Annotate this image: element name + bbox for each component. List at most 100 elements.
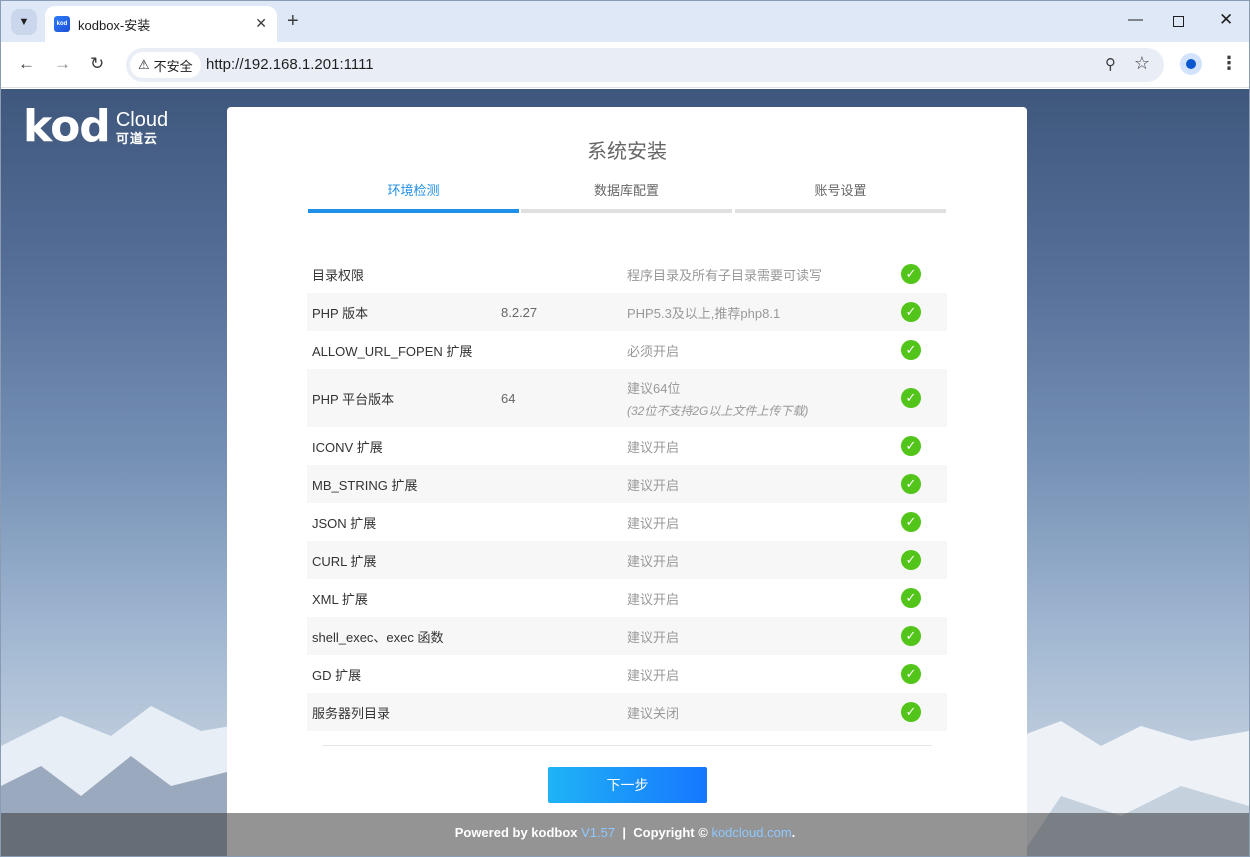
check-ok-icon: ✓ [901, 702, 921, 722]
check-desc: 程序目录及所有子目录需要可读写 [627, 267, 823, 283]
table-row: XML 扩展 建议开启 ✓ [307, 579, 947, 617]
logo-wordmark: kod [23, 101, 111, 152]
zoom-icon[interactable]: ⚲ [1105, 55, 1116, 73]
tab-bar: ▼ kod kodbox-安装 ✕ + — ✕ [1, 1, 1249, 42]
footer-copyright: Copyright © [633, 825, 708, 840]
check-name: JSON 扩展 [312, 515, 377, 531]
check-desc: 建议开启 [627, 667, 680, 683]
tab-title: kodbox-安装 [78, 17, 151, 33]
check-name: ALLOW_URL_FOPEN 扩展 [312, 343, 473, 359]
check-value: 8.2.27 [501, 304, 538, 320]
reload-icon[interactable]: ↻ [90, 54, 104, 74]
check-desc: 建议关闭 [627, 705, 680, 721]
menu-dots-icon[interactable]: ⋮ [1220, 54, 1238, 72]
table-row: shell_exec、exec 函数 建议开启 ✓ [307, 617, 947, 655]
chevron-down-icon: ▼ [18, 16, 30, 28]
security-label: 不安全 [153, 58, 193, 74]
kodcloud-logo: kod Cloud 可道云 [23, 105, 168, 149]
check-name: shell_exec、exec 函数 [312, 629, 444, 645]
table-row: 目录权限 程序目录及所有子目录需要可读写 ✓ [307, 255, 947, 293]
address-bar[interactable]: ⚠ 不安全 http://192.168.1.201:1111 ⚲ ☆ [126, 48, 1164, 82]
step-progress-bar [521, 209, 732, 213]
step-progress-bar [735, 209, 946, 213]
check-ok-icon: ✓ [901, 550, 921, 570]
check-desc: 建议开启 [627, 439, 680, 455]
table-row: PHP 平台版本 64 建议64位 (32位不支持2G以上文件上传下载) ✓ [307, 369, 947, 427]
divider [322, 745, 932, 746]
check-desc: 建议开启 [627, 477, 680, 493]
tab-search-button[interactable]: ▼ [11, 9, 37, 35]
logo-cloud-text: Cloud [115, 109, 169, 131]
step-database: 数据库配置 [521, 177, 732, 213]
check-ok-icon: ✓ [901, 264, 921, 284]
footer-separator: | [622, 825, 626, 840]
favicon-icon: kod [54, 16, 70, 32]
check-name: ICONV 扩展 [312, 439, 383, 455]
next-step-button[interactable]: 下一步 [548, 767, 707, 803]
footer-end: . [791, 825, 796, 840]
check-ok-icon: ✓ [901, 626, 921, 646]
check-ok-icon: ✓ [901, 436, 921, 456]
profile-icon[interactable] [1180, 53, 1202, 75]
check-ok-icon: ✓ [901, 388, 921, 408]
check-name: MB_STRING 扩展 [312, 477, 418, 493]
check-name: 服务器列目录 [312, 705, 391, 721]
step-progress-bar [308, 209, 519, 213]
bookmark-star-icon[interactable]: ☆ [1134, 53, 1150, 74]
install-steps: 环境检测 数据库配置 账号设置 [308, 177, 946, 213]
table-row: CURL 扩展 建议开启 ✓ [307, 541, 947, 579]
check-desc-note: (32位不支持2G以上文件上传下载) [627, 403, 809, 418]
check-desc: 建议64位 (32位不支持2G以上文件上传下载) [627, 380, 809, 418]
table-row: 服务器列目录 建议关闭 ✓ [307, 693, 947, 731]
minimize-icon[interactable]: — [1128, 11, 1143, 28]
footer-link[interactable]: kodcloud.com [711, 825, 791, 840]
logo-cn-text: 可道云 [115, 131, 158, 146]
security-chip[interactable]: ⚠ 不安全 [130, 52, 201, 78]
step-account: 账号设置 [735, 177, 946, 213]
step-label: 环境检测 [387, 183, 440, 198]
check-name: PHP 平台版本 [312, 391, 395, 407]
back-arrow-icon[interactable]: ← [18, 54, 35, 74]
footer-version[interactable]: V1.57 [581, 825, 615, 840]
check-ok-icon: ✓ [901, 340, 921, 360]
browser-toolbar: ← → ↻ ⚠ 不安全 http://192.168.1.201:1111 ⚲ … [1, 42, 1249, 88]
footer-powered: Powered by kodbox [454, 825, 578, 840]
check-name: PHP 版本 [312, 305, 369, 321]
check-ok-icon: ✓ [901, 474, 921, 494]
check-desc: 建议开启 [627, 553, 680, 569]
table-row: JSON 扩展 建议开启 ✓ [307, 503, 947, 541]
warning-icon: ⚠ [138, 57, 150, 72]
install-card: 系统安装 环境检测 数据库配置 账号设置 目录权限 程序目录及所有子目录需要可读… [227, 107, 1027, 856]
check-desc: 建议开启 [627, 629, 680, 645]
forward-arrow-icon[interactable]: → [54, 54, 71, 74]
check-name: XML 扩展 [312, 591, 368, 607]
check-name: 目录权限 [312, 267, 365, 283]
table-row: MB_STRING 扩展 建议开启 ✓ [307, 465, 947, 503]
env-check-table: 目录权限 程序目录及所有子目录需要可读写 ✓ PHP 版本 8.2.27 PHP… [307, 255, 947, 731]
check-name: GD 扩展 [312, 667, 362, 683]
check-desc: 建议开启 [627, 515, 680, 531]
maximize-icon[interactable] [1173, 16, 1184, 27]
page-footer: Powered by kodbox V1.57 | Copyright © ko… [1, 813, 1249, 856]
check-ok-icon: ✓ [901, 302, 921, 322]
check-desc: 建议开启 [627, 591, 680, 607]
close-icon[interactable]: ✕ [255, 15, 267, 32]
url-text[interactable]: http://192.168.1.201:1111 [206, 56, 374, 73]
check-desc: 必须开启 [627, 343, 680, 359]
step-label: 账号设置 [814, 183, 867, 198]
step-label: 数据库配置 [593, 183, 659, 198]
check-desc: PHP5.3及以上,推荐php8.1 [627, 305, 781, 321]
check-ok-icon: ✓ [901, 512, 921, 532]
window-close-icon[interactable]: ✕ [1219, 10, 1233, 30]
check-ok-icon: ✓ [901, 588, 921, 608]
check-name: CURL 扩展 [312, 553, 377, 569]
page-title: 系统安装 [587, 141, 667, 163]
table-row: GD 扩展 建议开启 ✓ [307, 655, 947, 693]
table-row: PHP 版本 8.2.27 PHP5.3及以上,推荐php8.1 ✓ [307, 293, 947, 331]
browser-tab[interactable]: kod kodbox-安装 ✕ [45, 6, 277, 42]
new-tab-button[interactable]: + [287, 11, 299, 31]
browser-window: ▼ kod kodbox-安装 ✕ + — ✕ ← → ↻ ⚠ 不安全 http… [0, 0, 1250, 857]
table-row: ALLOW_URL_FOPEN 扩展 必须开启 ✓ [307, 331, 947, 369]
page-content: kod Cloud 可道云 系统安装 环境检测 数据库配置 账号设置 目录权限 … [1, 89, 1249, 856]
table-row: ICONV 扩展 建议开启 ✓ [307, 427, 947, 465]
